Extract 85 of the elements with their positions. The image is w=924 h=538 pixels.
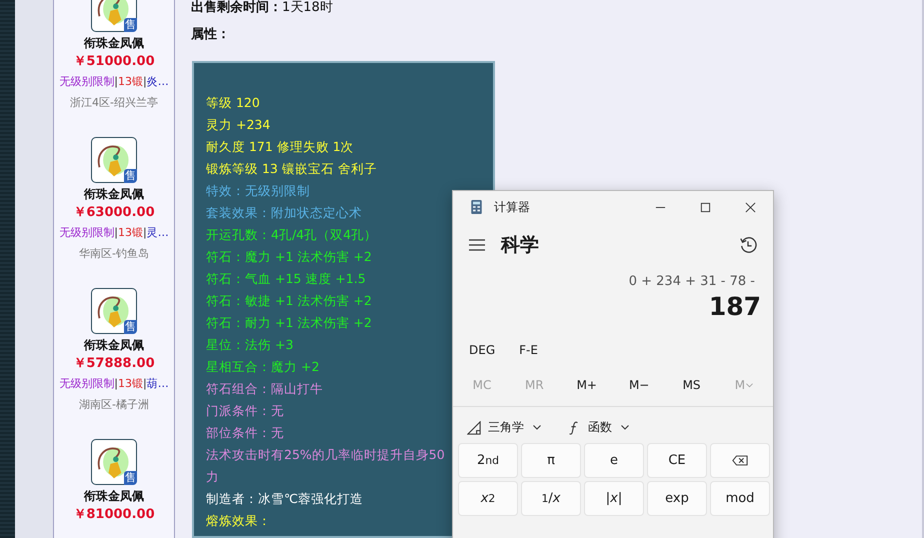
sale-time-value: 1天18时	[282, 0, 333, 15]
trigonometry-dropdown[interactable]: 三角学	[459, 415, 549, 440]
item-thumbnail[interactable]: 售	[91, 288, 137, 334]
sale-badge: 售	[124, 471, 137, 485]
item-tag: 无级别限制	[59, 225, 114, 241]
item-tag: |	[114, 74, 118, 90]
item-price: ￥81000.00	[73, 506, 155, 524]
attribute-line: 符石：气血 +15 速度 +1.5	[206, 270, 366, 288]
item-thumbnail[interactable]: 售	[91, 439, 137, 485]
caret-icon	[533, 425, 541, 430]
calculator-key[interactable]: mod	[710, 481, 770, 516]
item-tag: 13锻	[118, 376, 143, 392]
attribute-line: 星相互合：魔力 +2	[206, 358, 320, 376]
item-tag: 灵…	[146, 225, 169, 241]
item-tag: |	[143, 74, 147, 90]
item-tag: 无级别限制	[59, 74, 114, 90]
history-icon[interactable]	[739, 236, 757, 254]
calculator-key[interactable]: CE	[647, 443, 707, 478]
attribute-line: 套装效果：附加状态定心术	[206, 204, 362, 222]
attribute-line: 符石：耐力 +1 法术伤害 +2	[206, 314, 372, 332]
attribute-line: 制造者：冰雪℃蓉强化打造	[206, 490, 364, 508]
caret-icon	[746, 382, 754, 388]
attribute-line: 法术攻击时有25%的几率临时提升自身50	[206, 446, 445, 464]
item-name[interactable]: 衔珠金凤佩	[84, 337, 144, 353]
attribute-line: 星位：法伤 +3	[206, 336, 294, 354]
server-region: 华南区-钓鱼岛	[79, 246, 149, 262]
window-title: 计算器	[494, 198, 530, 216]
item-price: ￥51000.00	[73, 53, 155, 71]
calculator-key[interactable]: |x|	[584, 481, 644, 516]
attribute-line: 灵力 +234	[206, 116, 270, 134]
attribute-line: 符石：魔力 +1 法术伤害 +2	[206, 248, 372, 266]
caret-icon	[621, 425, 629, 430]
memory-button[interactable]: MS	[668, 374, 715, 396]
attribute-line: 锻炼等级 13 镶嵌宝石 舍利子	[206, 160, 377, 178]
item-tag: 13锻	[118, 225, 143, 241]
item-name[interactable]: 衔珠金凤佩	[84, 488, 144, 504]
attribute-line: 符石：敏捷 +1 法术伤害 +2	[206, 292, 372, 310]
triangle-icon	[467, 420, 481, 434]
attribute-line: 符石组合：隔山打牛	[206, 380, 323, 398]
item-price: ￥63000.00	[73, 204, 155, 222]
memory-button[interactable]: M+	[564, 374, 610, 396]
maximize-icon[interactable]	[700, 202, 711, 212]
item-tag: |	[114, 376, 118, 392]
calculator-key[interactable]: π	[521, 443, 581, 478]
item-tag: |	[143, 225, 147, 241]
attributes-label: 属性：	[191, 27, 230, 42]
attribute-line: 力	[206, 468, 219, 486]
expression-display: 0 + 234 + 31 - 78 -	[628, 273, 756, 291]
item-tag: 无级别限制	[59, 376, 114, 392]
attribute-line: 特效：无级别限制	[206, 182, 310, 200]
attribute-line: 耐久度 171 修理失败 1次	[206, 138, 354, 156]
backspace-icon	[732, 455, 748, 466]
item-price: ￥57888.00	[73, 355, 155, 373]
attribute-line: 等级 120	[206, 94, 260, 112]
sale-badge: 售	[124, 169, 137, 183]
result-display: 187	[708, 291, 762, 323]
notation-button[interactable]: F-E	[511, 339, 546, 361]
backspace-key[interactable]	[710, 443, 770, 478]
server-region: 浙江4区-绍兴兰亭	[70, 95, 158, 111]
item-tag: 炎…	[146, 74, 169, 90]
item-thumbnail[interactable]: 售	[91, 137, 137, 183]
mode-title: 科学	[501, 233, 539, 258]
item-name[interactable]: 衔珠金凤佩	[84, 35, 144, 51]
sale-badge: 售	[124, 18, 137, 32]
item-tag: 葫…	[146, 376, 169, 392]
menu-icon[interactable]	[469, 239, 485, 251]
attribute-line: 门派条件：无	[206, 402, 284, 420]
item-thumbnail[interactable]: 售	[91, 0, 137, 32]
sale-time-label: 出售剩余时间：	[191, 0, 282, 15]
attribute-line: 熔炼效果：	[206, 512, 271, 530]
memory-button[interactable]: M−	[616, 374, 662, 396]
calculator-key[interactable]: exp	[647, 481, 707, 516]
attribute-line: 开运孔数：4孔/4孔（双4孔）	[206, 226, 378, 244]
attribute-line: 部位条件：无	[206, 424, 284, 442]
item-tag: |	[114, 225, 118, 241]
function-dropdown[interactable]: 函数	[559, 415, 637, 440]
item-tag: |	[143, 376, 147, 392]
sale-badge: 售	[124, 320, 137, 334]
server-region: 湖南区-橘子洲	[79, 397, 149, 413]
item-name[interactable]: 衔珠金凤佩	[84, 186, 144, 202]
close-icon[interactable]	[745, 202, 756, 212]
angle-unit-button[interactable]: DEG	[461, 339, 504, 361]
item-tag: 13锻	[118, 74, 143, 90]
calculator-key[interactable]: e	[584, 443, 644, 478]
calculator-icon	[471, 200, 482, 214]
